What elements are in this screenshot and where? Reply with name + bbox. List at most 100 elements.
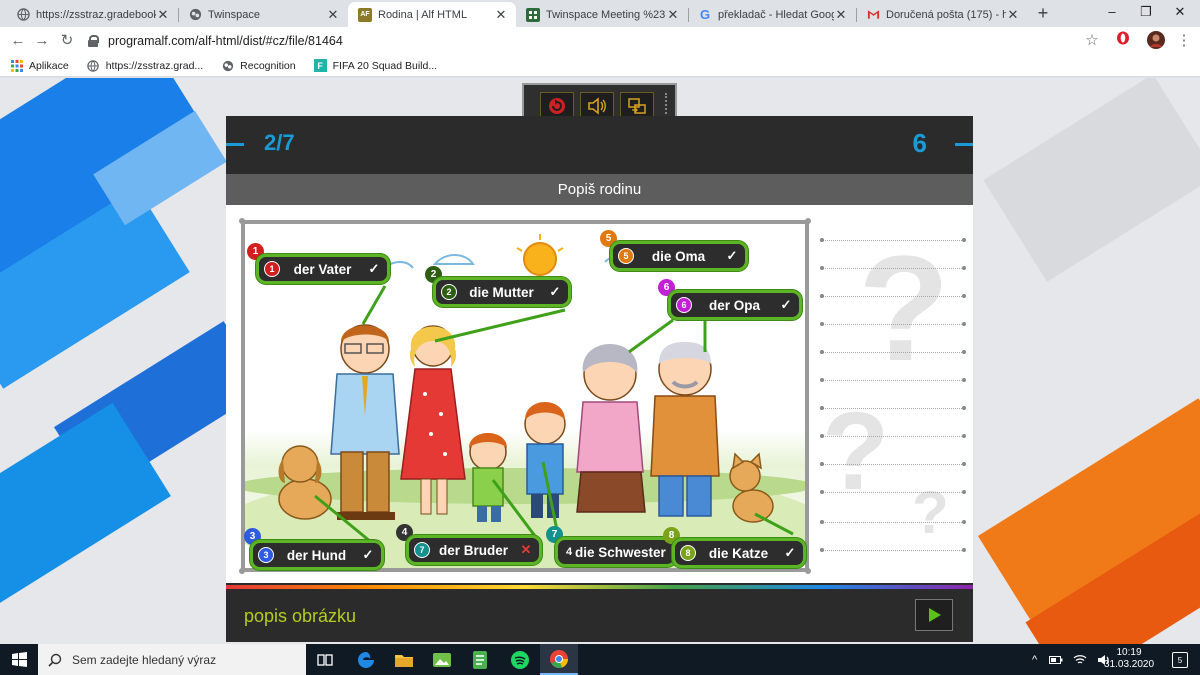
drop-slot[interactable] [820, 434, 966, 438]
chrome-icon[interactable] [540, 644, 578, 675]
bookmark-apps[interactable]: Aplikace [10, 59, 69, 72]
tab-google-search[interactable]: G překladač - Hledat Googlem ✕ [688, 2, 856, 27]
task-view-icon[interactable] [314, 649, 336, 671]
globe-icon [87, 59, 100, 72]
tab-gmail[interactable]: Doručená pošta (175) - honz ✕ [856, 2, 1028, 27]
notes-icon[interactable] [469, 649, 491, 671]
notification-center-icon[interactable]: 5 [1172, 652, 1188, 668]
tab-gradebook[interactable]: https://zsstraz.gradebook.cz/ ✕ [6, 2, 178, 27]
new-tab-button[interactable]: + [1033, 4, 1053, 24]
frame-corner [805, 568, 811, 574]
progress-counter: 2/7 [264, 130, 295, 155]
drop-slot[interactable] [820, 322, 966, 326]
label-text: der Opa [708, 297, 760, 313]
twinspace-icon [188, 8, 202, 22]
drop-slot[interactable] [820, 490, 966, 494]
label-text: der Vater [293, 261, 352, 277]
drop-slot[interactable] [820, 548, 966, 552]
footer-title: popis obrázku [244, 606, 357, 626]
meeting-icon [526, 7, 540, 22]
bookmarks-bar: Aplikace https://zsstraz.grad... Recogni… [0, 55, 1200, 77]
windows-icon [11, 652, 27, 667]
chevron-up-icon[interactable]: ^ [1032, 654, 1037, 666]
windows-taskbar: Sem zadejte hledaný výraz ^ 10:19 31.03.… [0, 644, 1200, 675]
bookmark-label: https://zsstraz.grad... [105, 59, 204, 72]
tab-label: Rodina | Alf HTML [378, 8, 468, 21]
speaker-icon [588, 97, 606, 115]
label-number: 3 [258, 547, 274, 563]
edge-icon[interactable] [355, 649, 377, 671]
taskbar-search[interactable]: Sem zadejte hledaný výraz [38, 644, 306, 675]
exercise-title: Popiš rodinu [226, 174, 973, 205]
drop-slot[interactable] [820, 378, 966, 382]
label-number: 8 [680, 545, 696, 561]
restart-icon [549, 98, 565, 114]
label-number: 7 [414, 542, 430, 558]
check-icon: ✓ [784, 545, 796, 560]
bookmark-label: Recognition [240, 59, 296, 72]
label-der-hund[interactable]: 3 der Hund ✓ [250, 540, 384, 570]
drop-slot[interactable] [820, 520, 966, 524]
label-der-vater[interactable]: 1 der Vater ✓ [256, 254, 390, 284]
photos-icon[interactable] [431, 649, 453, 671]
label-die-mutter[interactable]: 2 die Mutter ✓ [433, 277, 571, 307]
check-icon: ✓ [726, 248, 738, 263]
tab-twinspace[interactable]: Twinspace ✕ [178, 2, 348, 27]
url-text: programalf.com/alf-html/dist/#cz/file/81… [108, 34, 343, 48]
label-number: 1 [264, 261, 280, 277]
frame-corner [805, 218, 811, 224]
drop-slot[interactable] [820, 238, 966, 242]
start-button[interactable] [0, 644, 38, 675]
forward-icon[interactable]: → [32, 31, 52, 51]
avatar[interactable] [1146, 31, 1166, 51]
bookmark-fifa[interactable]: F FIFA 20 Squad Build... [313, 59, 437, 72]
close-icon[interactable]: ✕ [494, 7, 508, 23]
drop-slot[interactable] [820, 350, 966, 354]
close-window-button[interactable]: ✕ [1158, 0, 1200, 24]
label-der-opa[interactable]: 6 der Opa ✓ [668, 290, 802, 320]
check-icon: ✓ [780, 297, 792, 312]
close-icon[interactable]: ✕ [666, 7, 680, 23]
menu-icon[interactable]: ⋮ [1174, 31, 1194, 51]
tab-rodina-alf[interactable]: AF Rodina | Alf HTML ✕ [348, 2, 516, 27]
label-number: 2 [441, 284, 457, 300]
label-text: die Mutter [469, 284, 534, 300]
bookmark-gradebook[interactable]: https://zsstraz.grad... [87, 59, 203, 72]
lock-icon [88, 35, 99, 47]
opera-icon[interactable] [1113, 31, 1133, 51]
label-die-schwester[interactable]: 4 die Schwester [555, 537, 677, 567]
drop-slot[interactable] [820, 462, 966, 466]
check-icon: ✓ [362, 547, 374, 562]
spotify-icon[interactable] [509, 649, 531, 671]
check-icon: ✓ [549, 284, 561, 299]
close-icon[interactable]: ✕ [156, 7, 170, 23]
label-die-katze[interactable]: 8 die Katze ✓ [672, 538, 806, 568]
star-icon[interactable]: ☆ [1082, 31, 1102, 51]
close-icon[interactable]: ✕ [1006, 7, 1020, 23]
address-bar[interactable]: programalf.com/alf-html/dist/#cz/file/81… [88, 28, 1088, 54]
gmail-icon [866, 8, 880, 22]
battery-icon [1049, 655, 1063, 664]
label-number: 4 [565, 546, 573, 558]
label-text: die Schwester [575, 544, 666, 560]
tab-twinspace-meeting[interactable]: Twinspace Meeting %237469 ✕ [516, 2, 688, 27]
label-number: 6 [676, 297, 692, 313]
tab-label: Twinspace [208, 8, 260, 21]
label-der-bruder[interactable]: 7 der Bruder ✕ [406, 535, 542, 565]
google-icon: G [699, 7, 711, 22]
tab-label: Doručená pošta (175) - honz [886, 8, 1006, 21]
label-die-oma[interactable]: 5 die Oma ✓ [610, 241, 748, 271]
drop-slot[interactable] [820, 294, 966, 298]
next-button[interactable] [915, 599, 953, 631]
drop-slot[interactable] [820, 266, 966, 270]
exercise-footer: popis obrázku [226, 589, 973, 642]
header-dash [226, 143, 244, 146]
close-icon[interactable]: ✕ [326, 7, 340, 23]
drop-slot[interactable] [820, 406, 966, 410]
close-icon[interactable]: ✕ [834, 7, 848, 23]
taskbar-clock[interactable]: 10:19 31.03.2020 [1104, 647, 1154, 671]
reload-icon[interactable]: ↻ [57, 31, 77, 51]
bookmark-recognition[interactable]: Recognition [221, 59, 296, 72]
back-icon[interactable]: ← [8, 31, 28, 51]
file-explorer-icon[interactable] [393, 649, 415, 671]
